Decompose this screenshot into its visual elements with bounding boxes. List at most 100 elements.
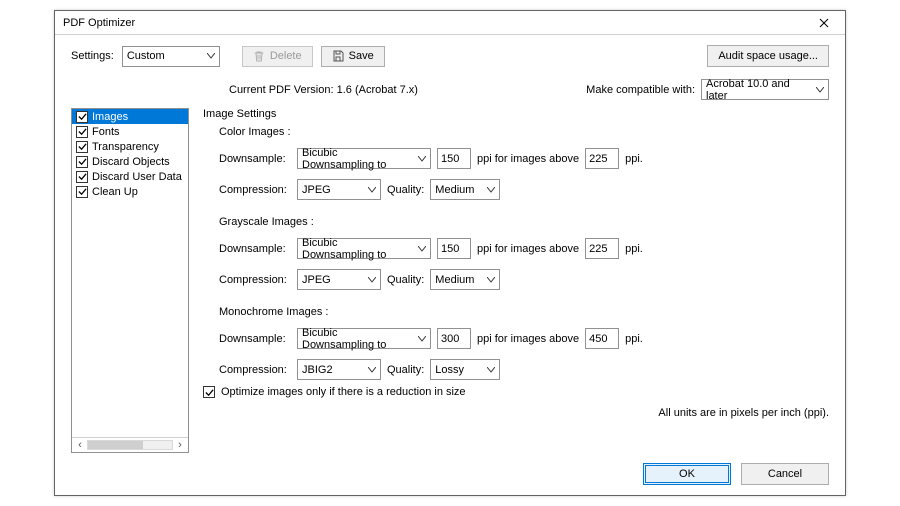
sidebar-item-label: Clean Up (92, 186, 138, 198)
ppi-between-label: ppi for images above (477, 333, 579, 345)
panel-title: Image Settings (203, 108, 829, 120)
main-area: Images Fonts Transparency Discard Object… (71, 108, 829, 453)
grayscale-images-group: Grayscale Images : Downsample: Bicubic D… (203, 216, 829, 290)
gray-quality-select[interactable]: Medium (430, 269, 500, 290)
window-title: PDF Optimizer (63, 17, 809, 29)
sidebar-item-images[interactable]: Images (72, 109, 188, 124)
make-compatible-select[interactable]: Acrobat 10.0 and later (701, 79, 829, 100)
mono-downsample-select[interactable]: Bicubic Downsampling to (297, 328, 431, 349)
sidebar-item-label: Fonts (92, 126, 120, 138)
chevron-down-icon (487, 367, 495, 373)
ok-button[interactable]: OK (643, 463, 731, 485)
monochrome-images-group: Monochrome Images : Downsample: Bicubic … (203, 306, 829, 380)
audit-space-usage-button[interactable]: Audit space usage... (707, 45, 829, 67)
checkbox-icon[interactable] (76, 141, 88, 153)
downsample-label: Downsample: (219, 153, 291, 165)
sidebar-item-transparency[interactable]: Transparency (72, 139, 188, 154)
mono-quality-select[interactable]: Lossy (430, 359, 500, 380)
close-button[interactable] (809, 13, 839, 33)
save-label: Save (349, 50, 374, 62)
settings-select[interactable]: Custom (122, 46, 220, 67)
scrollbar-track (87, 440, 173, 450)
sidebar-item-label: Discard User Data (92, 171, 182, 183)
color-images-title: Color Images : (219, 126, 829, 138)
cancel-button[interactable]: Cancel (741, 463, 829, 485)
titlebar: PDF Optimizer (55, 11, 845, 35)
sidebar-item-fonts[interactable]: Fonts (72, 124, 188, 139)
checkbox-icon[interactable] (76, 111, 88, 123)
checkbox-icon[interactable] (76, 186, 88, 198)
color-ppi-input[interactable]: 150 (437, 148, 471, 169)
gray-compression-select[interactable]: JPEG (297, 269, 381, 290)
gray-ppi-above-input[interactable]: 225 (585, 238, 619, 259)
color-quality-select[interactable]: Medium (430, 179, 500, 200)
quality-label: Quality: (387, 184, 424, 196)
trash-icon (253, 50, 265, 62)
chevron-down-icon (816, 87, 824, 93)
sidebar-item-label: Images (92, 111, 128, 123)
category-list: Images Fonts Transparency Discard Object… (71, 108, 189, 453)
make-compatible-value: Acrobat 10.0 and later (706, 78, 810, 102)
pdf-optimizer-dialog: PDF Optimizer Settings: Custom Delete Sa… (54, 10, 846, 496)
grayscale-images-title: Grayscale Images : (219, 216, 829, 228)
horizontal-scrollbar[interactable]: ‹ › (72, 437, 188, 452)
compression-label: Compression: (219, 364, 291, 376)
ppi-suffix-label: ppi. (625, 243, 643, 255)
save-button[interactable]: Save (321, 46, 385, 67)
compression-label: Compression: (219, 184, 291, 196)
mono-ppi-input[interactable]: 300 (437, 328, 471, 349)
sidebar-item-discard-user-data[interactable]: Discard User Data (72, 169, 188, 184)
scrollbar-thumb[interactable] (88, 441, 143, 449)
downsample-label: Downsample: (219, 333, 291, 345)
gray-ppi-input[interactable]: 150 (437, 238, 471, 259)
checkbox-icon[interactable] (76, 171, 88, 183)
top-row: Settings: Custom Delete Save Audit space… (71, 45, 829, 67)
downsample-label: Downsample: (219, 243, 291, 255)
color-ppi-above-input[interactable]: 225 (585, 148, 619, 169)
sidebar-item-label: Discard Objects (92, 156, 170, 168)
version-row: Current PDF Version: 1.6 (Acrobat 7.x) M… (71, 79, 829, 100)
optimize-only-label: Optimize images only if there is a reduc… (221, 386, 466, 398)
save-icon (332, 50, 344, 62)
scroll-right-icon: › (174, 439, 186, 451)
chevron-down-icon (368, 187, 376, 193)
image-settings-panel: Image Settings Color Images : Downsample… (203, 108, 829, 453)
settings-label: Settings: (71, 50, 114, 62)
color-compression-select[interactable]: JPEG (297, 179, 381, 200)
mono-compression-select[interactable]: JBIG2 (297, 359, 381, 380)
close-icon (819, 18, 829, 28)
checkbox-icon[interactable] (76, 156, 88, 168)
scroll-left-icon: ‹ (74, 439, 86, 451)
sidebar-item-discard-objects[interactable]: Discard Objects (72, 154, 188, 169)
optimize-only-checkbox[interactable] (203, 386, 215, 398)
make-compatible-label: Make compatible with: (586, 84, 695, 96)
chevron-down-icon (487, 277, 495, 283)
chevron-down-icon (487, 187, 495, 193)
gray-downsample-select[interactable]: Bicubic Downsampling to (297, 238, 431, 259)
ppi-between-label: ppi for images above (477, 243, 579, 255)
current-pdf-version-label: Current PDF Version: 1.6 (Acrobat 7.x) (229, 84, 418, 96)
chevron-down-icon (207, 53, 215, 59)
chevron-down-icon (368, 277, 376, 283)
monochrome-images-title: Monochrome Images : (219, 306, 829, 318)
delete-button[interactable]: Delete (242, 46, 313, 67)
sidebar-item-clean-up[interactable]: Clean Up (72, 184, 188, 199)
chevron-down-icon (418, 156, 426, 162)
color-downsample-select[interactable]: Bicubic Downsampling to (297, 148, 431, 169)
audit-label: Audit space usage... (718, 50, 818, 62)
mono-ppi-above-input[interactable]: 450 (585, 328, 619, 349)
ppi-between-label: ppi for images above (477, 153, 579, 165)
quality-label: Quality: (387, 274, 424, 286)
color-images-group: Color Images : Downsample: Bicubic Downs… (203, 126, 829, 200)
chevron-down-icon (418, 336, 426, 342)
checkbox-icon[interactable] (76, 126, 88, 138)
chevron-down-icon (418, 246, 426, 252)
compression-label: Compression: (219, 274, 291, 286)
dialog-buttons-row: OK Cancel (71, 463, 829, 485)
delete-label: Delete (270, 50, 302, 62)
settings-value: Custom (127, 50, 165, 62)
ppi-suffix-label: ppi. (625, 153, 643, 165)
chevron-down-icon (368, 367, 376, 373)
ppi-suffix-label: ppi. (625, 333, 643, 345)
sidebar-item-label: Transparency (92, 141, 159, 153)
